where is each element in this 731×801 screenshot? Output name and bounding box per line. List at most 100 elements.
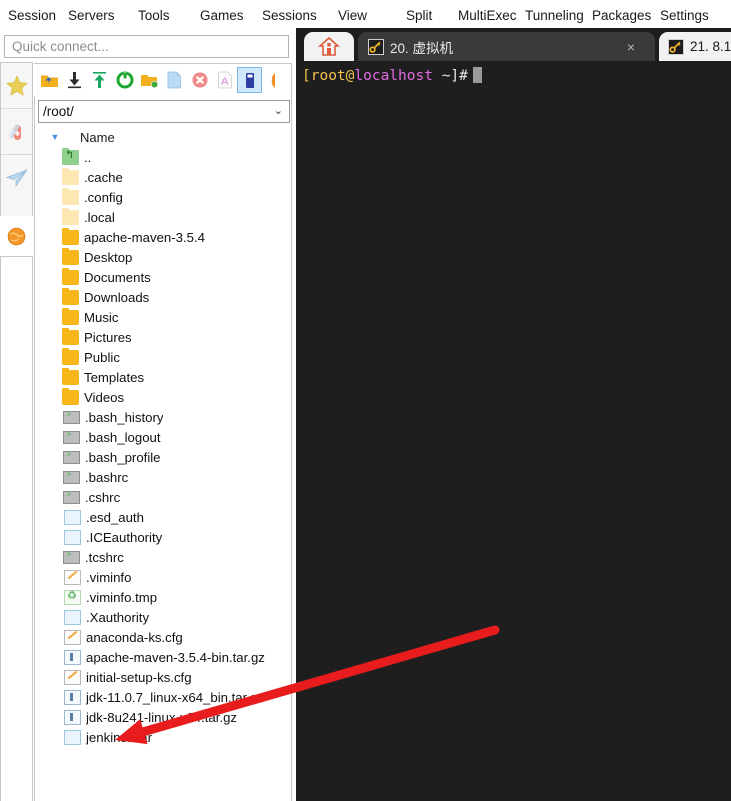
file-name: .viminfo (86, 570, 131, 585)
file-name: .local (84, 210, 115, 225)
script-file-icon (63, 431, 80, 444)
file-row[interactable]: .esd_auth (36, 507, 290, 527)
file-row[interactable]: .bash_profile (36, 447, 290, 467)
file-name: .bashrc (85, 470, 128, 485)
file-row[interactable]: Desktop (36, 247, 290, 267)
file-row[interactable]: .local (36, 207, 290, 227)
menu-item-games[interactable]: Games (200, 8, 244, 23)
file-row[interactable]: Public (36, 347, 290, 367)
session-key-icon (668, 39, 684, 55)
chevron-down-icon: ⌄ (274, 101, 283, 122)
parent-folder-icon[interactable] (37, 67, 62, 93)
tmp-file-icon (64, 590, 81, 605)
new-folder-icon[interactable] (137, 67, 162, 93)
file-name: .esd_auth (86, 510, 144, 525)
folder-icon (62, 370, 79, 385)
file-row[interactable]: Downloads (36, 287, 290, 307)
file-name: apache-maven-3.5.4-bin.tar.gz (86, 650, 265, 665)
menu-item-multiexec[interactable]: MultiExec (458, 8, 517, 23)
mobaxterm-window: Session Servers Tools Games Sessions View Spli… (0, 0, 731, 801)
rail-item-macros[interactable] (0, 216, 33, 256)
file-row[interactable]: Videos (36, 387, 290, 407)
download-icon[interactable] (62, 67, 87, 93)
sftp-path-dropdown[interactable]: /root/ ⌄ (38, 100, 290, 123)
config-file-icon (64, 630, 81, 645)
page-file-icon (64, 730, 81, 745)
file-name: .config (84, 190, 123, 205)
file-name: jenkins.war (86, 730, 152, 745)
file-name: Pictures (84, 330, 132, 345)
file-row[interactable]: .viminfo.tmp (36, 587, 290, 607)
rail-item-tools[interactable] (1, 109, 32, 155)
file-row[interactable]: .bash_history (36, 407, 290, 427)
file-row[interactable]: .bash_logout (36, 427, 290, 447)
file-name: .bash_profile (85, 450, 161, 465)
file-row[interactable]: initial-setup-ks.cfg (36, 667, 290, 687)
file-row[interactable]: .cache (36, 167, 290, 187)
file-row[interactable]: anaconda-ks.cfg (36, 627, 290, 647)
archive-file-icon (64, 710, 81, 725)
menu-item-sessions[interactable]: Sessions (262, 8, 317, 23)
usb-drive-icon[interactable] (237, 67, 262, 93)
star-icon (6, 75, 28, 96)
file-name: Music (84, 310, 118, 325)
folder-icon (62, 350, 79, 365)
config-file-icon (64, 670, 81, 685)
prompt-bracket-open: [ (302, 68, 311, 84)
file-row[interactable]: jenkins.war (36, 727, 290, 747)
menu-item-split[interactable]: Split (406, 8, 432, 23)
close-icon[interactable]: × (627, 39, 635, 55)
menu-item-settings[interactable]: Settings (660, 8, 709, 23)
file-row[interactable]: Templates (36, 367, 290, 387)
menu-item-session[interactable]: Session (8, 8, 56, 23)
rail-item-favorites[interactable] (1, 63, 32, 109)
file-row[interactable]: Pictures (36, 327, 290, 347)
prompt-host: localhost (354, 68, 433, 84)
file-row[interactable]: Documents (36, 267, 290, 287)
menu-item-servers[interactable]: Servers (68, 8, 115, 23)
file-row[interactable]: apache-maven-3.5.4-bin.tar.gz (36, 647, 290, 667)
file-row[interactable]: .Xauthority (36, 607, 290, 627)
file-row[interactable]: .tcshrc (36, 547, 290, 567)
file-row[interactable]: jdk-11.0.7_linux-x64_bin.tar.gz (36, 687, 290, 707)
menu-item-view[interactable]: View (338, 8, 367, 23)
quick-connect-input[interactable]: Quick connect... (4, 35, 289, 58)
menu-item-tunneling[interactable]: Tunneling (525, 8, 584, 23)
upload-icon[interactable] (87, 67, 112, 93)
script-file-icon (63, 471, 80, 484)
paper-plane-icon (5, 168, 29, 188)
menu-item-tools[interactable]: Tools (138, 8, 170, 23)
archive-file-icon (64, 650, 81, 665)
tab-session-next[interactable]: 21. 8.14 (659, 32, 731, 61)
sftp-file-list[interactable]: ...cache .config .local apache-maven-3.5.4 D… (36, 147, 290, 777)
file-row[interactable]: apache-maven-3.5.4 (36, 227, 290, 247)
tab-home[interactable] (304, 32, 354, 61)
file-name: Desktop (84, 250, 132, 265)
file-row[interactable]: .cshrc (36, 487, 290, 507)
file-row[interactable]: Music (36, 307, 290, 327)
file-row[interactable]: .ICEauthority (36, 527, 290, 547)
file-row[interactable]: .. (36, 147, 290, 167)
delete-icon[interactable] (187, 67, 212, 93)
script-file-icon (63, 411, 80, 424)
rail-item-sessions[interactable] (1, 155, 32, 201)
refresh-icon[interactable] (112, 67, 137, 93)
terminal-output[interactable]: [root@localhost ~]# (296, 61, 731, 801)
terminal-cursor (473, 67, 482, 83)
file-row[interactable]: .bashrc (36, 467, 290, 487)
tab-session-active[interactable]: 20. 虚拟机 × (358, 32, 655, 61)
file-name: apache-maven-3.5.4 (84, 230, 205, 245)
sftp-column-header[interactable]: ▼ Name (38, 127, 290, 147)
menu-item-packages[interactable]: Packages (592, 8, 651, 23)
folder-icon (62, 270, 79, 285)
tab-strip: 20. 虚拟机 × 21. 8.14 (296, 28, 731, 61)
page-file-icon (64, 610, 81, 625)
file-name: .bash_logout (85, 430, 161, 445)
file-row[interactable]: .viminfo (36, 567, 290, 587)
text-mode-icon[interactable]: A (212, 67, 237, 93)
folder-hidden-icon (62, 170, 79, 185)
file-row[interactable]: jdk-8u241-linux-x64.tar.gz (36, 707, 290, 727)
overflow-icon[interactable] (262, 67, 287, 93)
file-row[interactable]: .config (36, 187, 290, 207)
new-file-icon[interactable] (162, 67, 187, 93)
